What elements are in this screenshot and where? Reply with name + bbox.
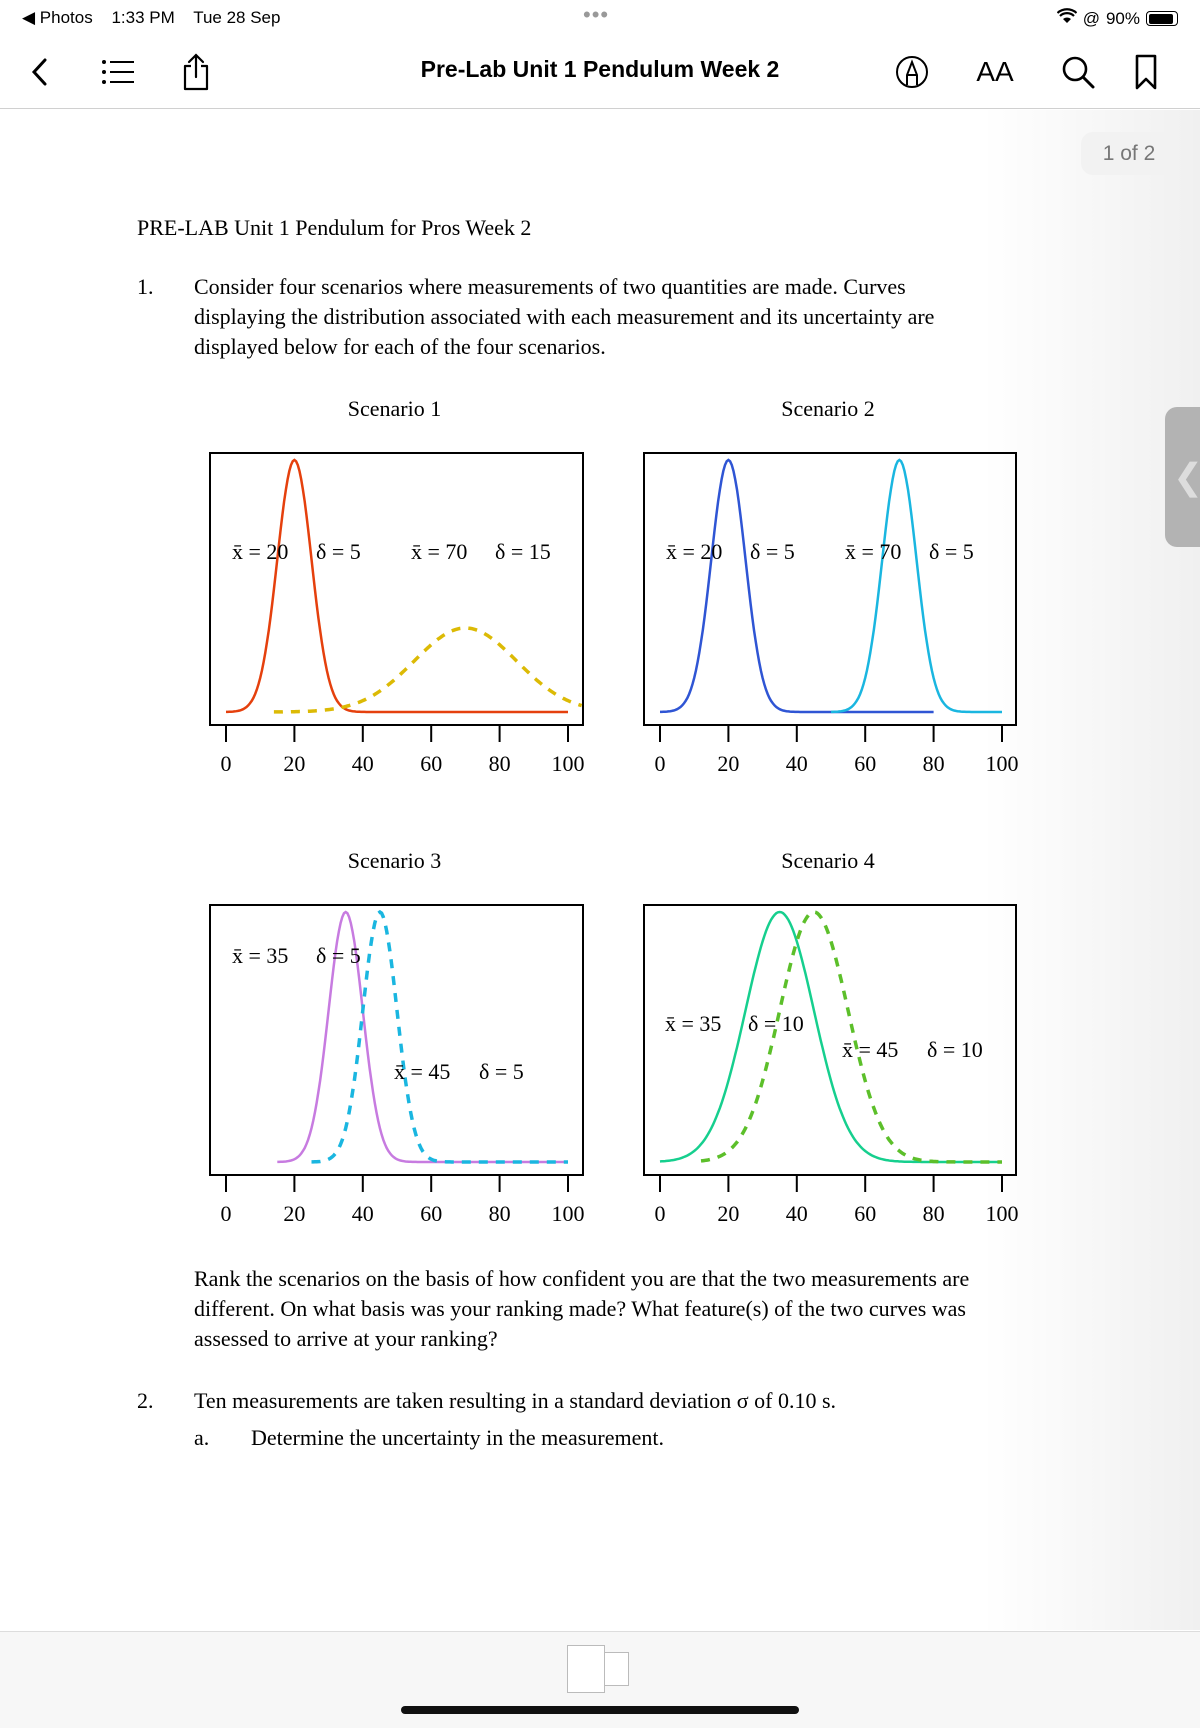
x-tick-label: 80 xyxy=(489,1201,511,1226)
x-tick-label: 20 xyxy=(283,751,305,776)
plot-frame xyxy=(643,452,1017,726)
x-tick-label: 0 xyxy=(221,1201,232,1226)
chart-1: Scenario 1 0 20 40 60 80 100 x̄ = 20 δ = 5 x̄ = 7… xyxy=(209,396,585,776)
question-1-followup: Rank the scenarios on the basis of how c… xyxy=(194,1264,969,1354)
x-tick-label: 100 xyxy=(552,1201,585,1226)
curve-annotation: δ = 5 xyxy=(316,943,361,968)
distribution-curve-1 xyxy=(660,458,934,714)
x-tick-label: 20 xyxy=(717,1201,739,1226)
curve-annotation: δ = 15 xyxy=(495,539,551,564)
curve-annotation: δ = 10 xyxy=(927,1037,983,1062)
curve-annotation: x̄ = 45 xyxy=(842,1037,898,1062)
page-thumbnail-2[interactable] xyxy=(603,1652,629,1686)
curve-annotation: δ = 5 xyxy=(479,1059,524,1084)
curve-annotation: x̄ = 35 xyxy=(232,943,288,968)
chart-title: Scenario 3 xyxy=(348,848,441,873)
chart-4: Scenario 4 0 20 40 60 80 100 x̄ = 35 δ = 10 x̄ = … xyxy=(643,848,1019,1226)
x-tick-label: 20 xyxy=(283,1201,305,1226)
curve-annotation: x̄ = 70 xyxy=(845,539,901,564)
distribution-curve-2 xyxy=(273,626,583,714)
x-tick-label: 40 xyxy=(786,751,808,776)
distribution-curve-2 xyxy=(831,458,1002,714)
text-line: different. On what basis was your rankin… xyxy=(194,1296,966,1321)
x-tick-label: 60 xyxy=(854,1201,876,1226)
x-tick-label: 60 xyxy=(420,1201,442,1226)
chart-3: Scenario 3 0 20 40 60 80 100 x̄ = 35 δ = 5 x̄ = 4… xyxy=(209,848,585,1226)
question-2a-letter: a. xyxy=(194,1425,210,1450)
x-tick-label: 100 xyxy=(986,1201,1019,1226)
x-tick-label: 40 xyxy=(352,1201,374,1226)
x-tick-label: 80 xyxy=(923,1201,945,1226)
question-2-text: Ten measurements are taken resulting in … xyxy=(194,1388,837,1413)
x-tick-label: 80 xyxy=(489,751,511,776)
text-line: assessed to arrive at your ranking? xyxy=(194,1326,498,1351)
curve-annotation: δ = 5 xyxy=(316,539,361,564)
x-tick-label: 60 xyxy=(420,751,442,776)
curve-annotation: δ = 10 xyxy=(748,1011,804,1036)
curve-annotation: x̄ = 20 xyxy=(232,539,288,564)
home-indicator[interactable] xyxy=(401,1706,799,1714)
x-tick-label: 40 xyxy=(786,1201,808,1226)
x-tick-label: 40 xyxy=(352,751,374,776)
x-tick-label: 80 xyxy=(923,751,945,776)
x-tick-label: 100 xyxy=(986,751,1019,776)
curve-annotation: x̄ = 70 xyxy=(411,539,467,564)
curve-annotation: x̄ = 20 xyxy=(666,539,722,564)
page-thumbnail-1[interactable] xyxy=(567,1645,605,1693)
curve-annotation: δ = 5 xyxy=(929,539,974,564)
distribution-curve-1 xyxy=(226,458,568,714)
x-tick-label: 100 xyxy=(552,751,585,776)
question-2a-text: Determine the uncertainty in the measure… xyxy=(251,1425,664,1450)
plot-frame xyxy=(209,452,584,726)
chart-title: Scenario 2 xyxy=(781,396,874,421)
curve-annotation: δ = 5 xyxy=(750,539,795,564)
text-line: Rank the scenarios on the basis of how c… xyxy=(194,1266,970,1291)
chart-2: Scenario 2 0 20 40 60 80 100 x̄ = 20 δ = 5 x̄ = 7… xyxy=(643,396,1019,776)
question-2-number: 2. xyxy=(137,1388,154,1413)
x-tick-label: 0 xyxy=(655,1201,666,1226)
chart-title: Scenario 1 xyxy=(348,396,441,421)
chart-title: Scenario 4 xyxy=(781,848,874,873)
curve-annotation: x̄ = 45 xyxy=(394,1059,450,1084)
curve-annotation: x̄ = 35 xyxy=(665,1011,721,1036)
scenario-charts: Scenario 1 0 20 40 60 80 100 x̄ = 20 δ = 5 x̄ = 7… xyxy=(209,396,1019,1226)
x-tick-label: 0 xyxy=(655,751,666,776)
x-tick-label: 20 xyxy=(717,751,739,776)
x-tick-label: 0 xyxy=(221,751,232,776)
x-tick-label: 60 xyxy=(854,751,876,776)
